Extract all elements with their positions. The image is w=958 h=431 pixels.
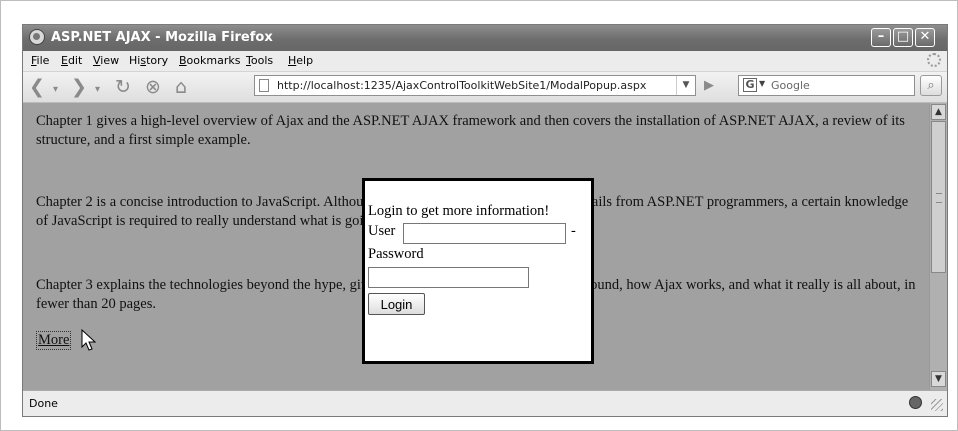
page-content: Chapter 1 gives a high-level overview of…: [23, 103, 929, 390]
forward-history-dropdown-icon[interactable]: ▾: [95, 79, 100, 101]
go-arrow-icon[interactable]: ▶: [700, 77, 718, 95]
close-button[interactable]: ✕: [915, 28, 935, 47]
page-icon: [259, 79, 269, 92]
stop-icon[interactable]: ⊗: [145, 76, 161, 98]
home-icon[interactable]: ⌂: [175, 76, 187, 98]
search-magnifier-icon[interactable]: ⌕: [920, 75, 942, 96]
user-label: User: [368, 223, 396, 239]
url-text[interactable]: http://localhost:1235/AjaxControlToolkit…: [277, 79, 646, 92]
status-bar: Done: [23, 390, 947, 416]
resize-grip-icon[interactable]: [931, 399, 943, 411]
reload-icon[interactable]: ↻: [115, 76, 131, 98]
vertical-scrollbar[interactable]: ▲ ▼: [929, 103, 947, 390]
password-input[interactable]: [368, 267, 529, 288]
mouse-pointer-icon: [81, 329, 97, 351]
scroll-up-icon[interactable]: ▲: [931, 104, 946, 120]
firefox-icon: [29, 29, 45, 45]
engine-dropdown-icon[interactable]: ▼: [759, 79, 765, 88]
menu-edit[interactable]: Edit: [61, 54, 82, 67]
menu-file[interactable]: File: [31, 54, 49, 67]
menu-bar: File Edit View History Bookmarks Tools H…: [23, 51, 947, 72]
user-input[interactable]: [403, 223, 566, 244]
url-bar[interactable]: http://localhost:1235/AjaxControlToolkit…: [254, 75, 696, 96]
maximize-button[interactable]: □: [893, 28, 913, 47]
minimize-button[interactable]: –: [871, 28, 891, 47]
window-title: ASP.NET AJAX - Mozilla Firefox: [51, 30, 273, 45]
browser-window: ASP.NET AJAX - Mozilla Firefox – □ ✕ Fil…: [22, 24, 948, 417]
login-modal: Login to get more information! User - Pa…: [362, 178, 594, 364]
menu-bookmarks[interactable]: Bookmarks: [179, 54, 240, 67]
forward-arrow-icon[interactable]: ❯: [71, 76, 87, 98]
search-bar[interactable]: G ▼ Google: [738, 75, 915, 96]
back-history-dropdown-icon[interactable]: ▾: [53, 79, 58, 101]
scroll-grip-icon: [936, 193, 942, 203]
google-engine-icon[interactable]: G: [743, 78, 757, 92]
menu-tools[interactable]: Tools: [246, 54, 273, 67]
login-button[interactable]: Login: [368, 293, 425, 315]
title-bar: ASP.NET AJAX - Mozilla Firefox – □ ✕: [23, 25, 947, 51]
scroll-down-icon[interactable]: ▼: [931, 371, 946, 387]
status-icon[interactable]: [909, 396, 922, 409]
url-history-dropdown-icon[interactable]: ▼: [676, 76, 695, 95]
navigation-toolbar: ❮ ▾ ❯ ▾ ↻ ⊗ ⌂ http://localhost:1235/Ajax…: [23, 72, 947, 103]
dash-text: -: [571, 223, 576, 239]
search-input[interactable]: Google: [771, 79, 810, 92]
password-label: Password: [368, 246, 424, 262]
throbber-icon: [927, 53, 941, 67]
modal-title: Login to get more information!: [368, 203, 550, 219]
more-link[interactable]: More: [36, 331, 72, 350]
scroll-thumb[interactable]: [931, 121, 946, 273]
paragraph-chapter-1: Chapter 1 gives a high-level overview of…: [36, 113, 905, 148]
image-frame: ASP.NET AJAX - Mozilla Firefox – □ ✕ Fil…: [0, 0, 958, 431]
menu-history[interactable]: History: [129, 54, 168, 67]
menu-help[interactable]: Help: [288, 54, 313, 67]
menu-view[interactable]: View: [93, 54, 119, 67]
status-text: Done: [29, 397, 58, 410]
back-arrow-icon[interactable]: ❮: [29, 76, 45, 98]
